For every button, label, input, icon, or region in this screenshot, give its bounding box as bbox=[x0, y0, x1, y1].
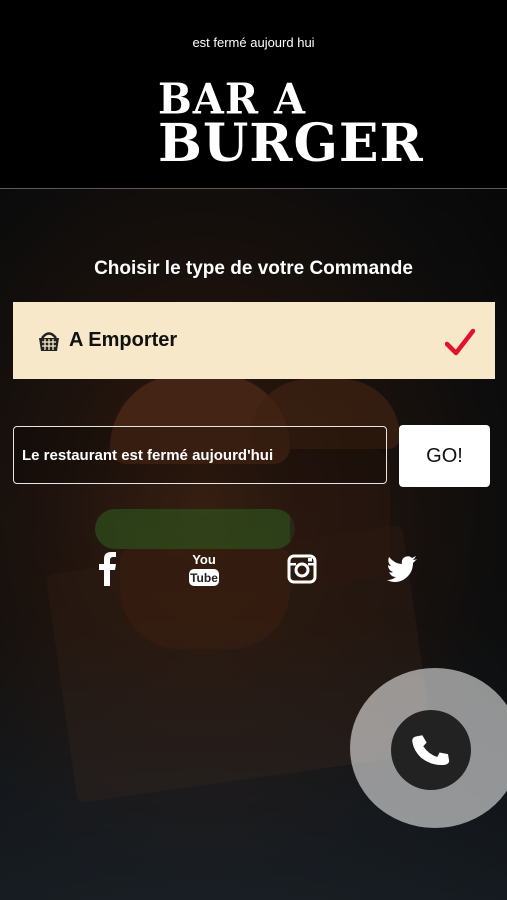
twitter-icon bbox=[387, 556, 417, 582]
instagram-link[interactable] bbox=[284, 548, 320, 590]
basket-icon bbox=[39, 331, 59, 351]
instagram-icon bbox=[287, 554, 317, 584]
youtube-icon: You Tube bbox=[189, 552, 219, 586]
svg-text:Tube: Tube bbox=[190, 571, 218, 585]
order-option-label: A Emporter bbox=[69, 329, 178, 351]
logo-line-2: BURGER bbox=[158, 113, 424, 174]
closed-status-text: est fermé aujourd hui bbox=[192, 35, 315, 50]
order-type-title: Choisir le type de votre Commande bbox=[94, 258, 413, 279]
order-option-a-emporter[interactable]: A Emporter bbox=[13, 302, 495, 379]
twitter-link[interactable] bbox=[384, 548, 420, 590]
svg-text:You: You bbox=[192, 552, 216, 567]
call-button-inner[interactable] bbox=[391, 710, 471, 790]
facebook-link[interactable] bbox=[92, 548, 122, 590]
go-button[interactable]: GO! bbox=[399, 425, 490, 487]
phone-icon bbox=[412, 735, 450, 766]
header: est fermé aujourd hui BAR A BURGER bbox=[0, 0, 507, 189]
facebook-icon bbox=[99, 552, 116, 586]
checkmark-icon bbox=[445, 328, 475, 356]
logo: BAR A BURGER bbox=[158, 74, 424, 174]
closed-message-field: Le restaurant est fermé aujourd'hui bbox=[13, 426, 387, 484]
youtube-link[interactable]: You Tube bbox=[184, 548, 224, 590]
logo-line-1: BAR A bbox=[158, 74, 307, 125]
